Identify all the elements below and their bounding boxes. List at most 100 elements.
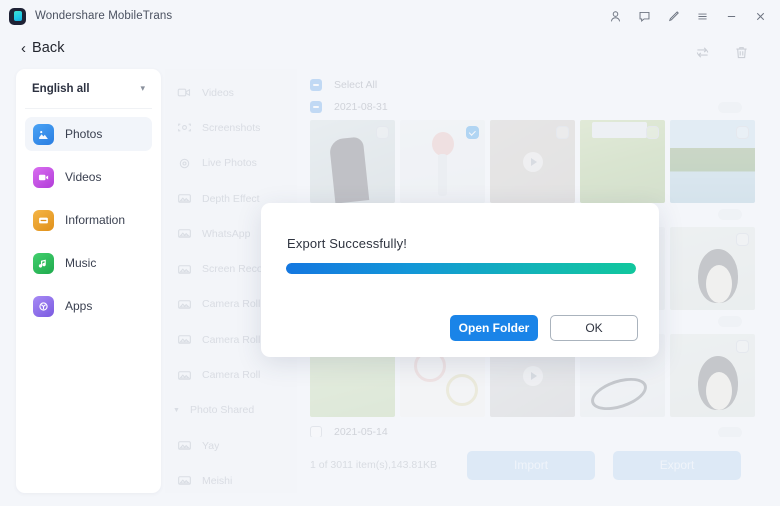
- thumbnail-checkbox[interactable]: [466, 126, 479, 139]
- photo-thumbnail[interactable]: [670, 334, 755, 417]
- thumbnail-checkbox[interactable]: [556, 126, 569, 139]
- photos-icon: [33, 123, 54, 145]
- pencil-icon[interactable]: [666, 9, 681, 24]
- export-button[interactable]: Export: [613, 450, 742, 480]
- delete-icon[interactable]: [733, 44, 750, 61]
- minimize-button[interactable]: [724, 9, 739, 24]
- selection-status-text: 1 of 3011 item(s),143.81KB: [310, 459, 438, 471]
- photo-thumbnail[interactable]: [670, 120, 755, 203]
- import-button[interactable]: Import: [467, 450, 596, 480]
- information-icon: [33, 209, 54, 231]
- refresh-icon[interactable]: [694, 44, 711, 61]
- apps-icon: [33, 295, 54, 317]
- album-icon: [177, 439, 192, 452]
- chevron-left-icon: ‹: [21, 39, 26, 57]
- album-icon: [177, 192, 192, 205]
- album-icon: [177, 263, 192, 276]
- close-button[interactable]: [753, 9, 768, 24]
- album-item-label: Camera Roll: [202, 369, 261, 382]
- hamburger-menu-icon[interactable]: [695, 9, 710, 24]
- date-group-checkbox[interactable]: [310, 101, 322, 113]
- group-count-badge[interactable]: [718, 208, 742, 220]
- open-folder-button[interactable]: Open Folder: [450, 315, 538, 341]
- thumbnail-checkbox[interactable]: [736, 340, 749, 353]
- album-item-yay[interactable]: Yay: [165, 428, 297, 463]
- photo-thumbnail[interactable]: [400, 120, 485, 203]
- sidebar-nav-list: Photos Videos Information Music Apps: [25, 109, 152, 323]
- live-photo-icon: [177, 157, 192, 170]
- album-item-live-photos[interactable]: Live Photos: [165, 146, 297, 181]
- video-thumbnail[interactable]: [490, 120, 575, 203]
- photo-thumbnail[interactable]: [580, 120, 665, 203]
- sidebar-item-music[interactable]: Music: [25, 246, 152, 280]
- window-controls: [608, 9, 770, 24]
- album-icon: [177, 369, 192, 382]
- group-count-badge[interactable]: [718, 426, 742, 438]
- language-selector-label: English all: [32, 82, 90, 95]
- album-item-screenshots[interactable]: Screenshots: [165, 110, 297, 145]
- select-all-checkbox[interactable]: [310, 78, 322, 91]
- album-group-label: Photo Shared: [190, 404, 255, 417]
- select-all-label: Select All: [334, 78, 378, 91]
- album-icon: [177, 298, 192, 311]
- music-icon: [33, 252, 54, 274]
- album-group-photo-shared[interactable]: ▼ Photo Shared: [165, 393, 297, 428]
- sidebar-item-label: Apps: [65, 299, 93, 313]
- app-window: Wondershare MobileTrans ‹ Back English a…: [0, 0, 780, 506]
- play-icon: [522, 151, 543, 172]
- app-title: Wondershare MobileTrans: [35, 10, 173, 22]
- album-item-label: Camera Roll: [202, 298, 261, 311]
- album-item-label: Meishi: [202, 474, 233, 487]
- ok-button[interactable]: OK: [550, 315, 638, 341]
- thumbnail-checkbox[interactable]: [646, 126, 659, 139]
- album-item-meishi[interactable]: Meishi: [165, 463, 297, 493]
- album-item-label: Videos: [202, 86, 234, 99]
- action-bar: 1 of 3011 item(s),143.81KB Import Export: [297, 437, 764, 493]
- thumbnail-row: [297, 120, 764, 203]
- album-item-label: WhatsApp: [202, 227, 251, 240]
- album-item-label: Screenshots: [202, 121, 261, 134]
- album-item-label: Live Photos: [202, 157, 257, 170]
- account-icon[interactable]: [608, 9, 623, 24]
- sidebar-item-label: Information: [65, 213, 126, 227]
- group-count-badge[interactable]: [718, 315, 742, 327]
- album-item-camera-roll-3[interactable]: Camera Roll: [165, 357, 297, 392]
- sidebar-item-label: Music: [65, 256, 97, 270]
- photo-thumbnail[interactable]: [310, 120, 395, 203]
- thumbnail-checkbox[interactable]: [376, 126, 389, 139]
- chevron-down-icon: ▾: [140, 83, 145, 93]
- sidebar-item-apps[interactable]: Apps: [25, 289, 152, 323]
- chat-bubble-icon[interactable]: [637, 9, 652, 24]
- thumbnail-checkbox[interactable]: [736, 233, 749, 246]
- date-group-header[interactable]: 2021-08-31: [297, 96, 764, 118]
- thumbnail-checkbox[interactable]: [736, 126, 749, 139]
- album-item-label: Depth Effect: [202, 192, 260, 205]
- dialog-title: Export Successfully!: [287, 236, 408, 251]
- export-success-dialog: Export Successfully! Open Folder OK: [261, 203, 659, 357]
- album-icon: [177, 227, 192, 240]
- sidebar-item-videos[interactable]: Videos: [25, 160, 152, 194]
- date-group-label: 2021-08-31: [334, 101, 388, 113]
- dialog-actions: Open Folder OK: [450, 315, 638, 341]
- sidebar: English all ▾ Photos Videos Information …: [16, 69, 161, 493]
- photo-thumbnail[interactable]: [670, 227, 755, 310]
- sidebar-item-label: Videos: [65, 170, 102, 184]
- sidebar-item-photos[interactable]: Photos: [25, 117, 152, 151]
- album-icon: [177, 474, 192, 487]
- title-bar: Wondershare MobileTrans: [0, 0, 780, 32]
- select-all-row[interactable]: Select All: [297, 73, 764, 96]
- content-toolbar: [694, 44, 750, 61]
- export-progress-bar: [286, 263, 636, 274]
- album-item-label: Camera Roll: [202, 333, 261, 346]
- play-icon: [522, 365, 543, 386]
- mobiletrans-logo-icon: [9, 7, 26, 25]
- album-item-videos[interactable]: Videos: [165, 75, 297, 110]
- language-selector[interactable]: English all ▾: [25, 69, 152, 109]
- progress-fill: [286, 263, 636, 274]
- back-navigation-bar[interactable]: ‹ Back: [0, 32, 780, 64]
- back-button-label: Back: [32, 40, 65, 56]
- album-icon: [177, 333, 192, 346]
- group-count-badge[interactable]: [718, 101, 742, 113]
- video-camera-icon: [177, 86, 192, 99]
- sidebar-item-information[interactable]: Information: [25, 203, 152, 237]
